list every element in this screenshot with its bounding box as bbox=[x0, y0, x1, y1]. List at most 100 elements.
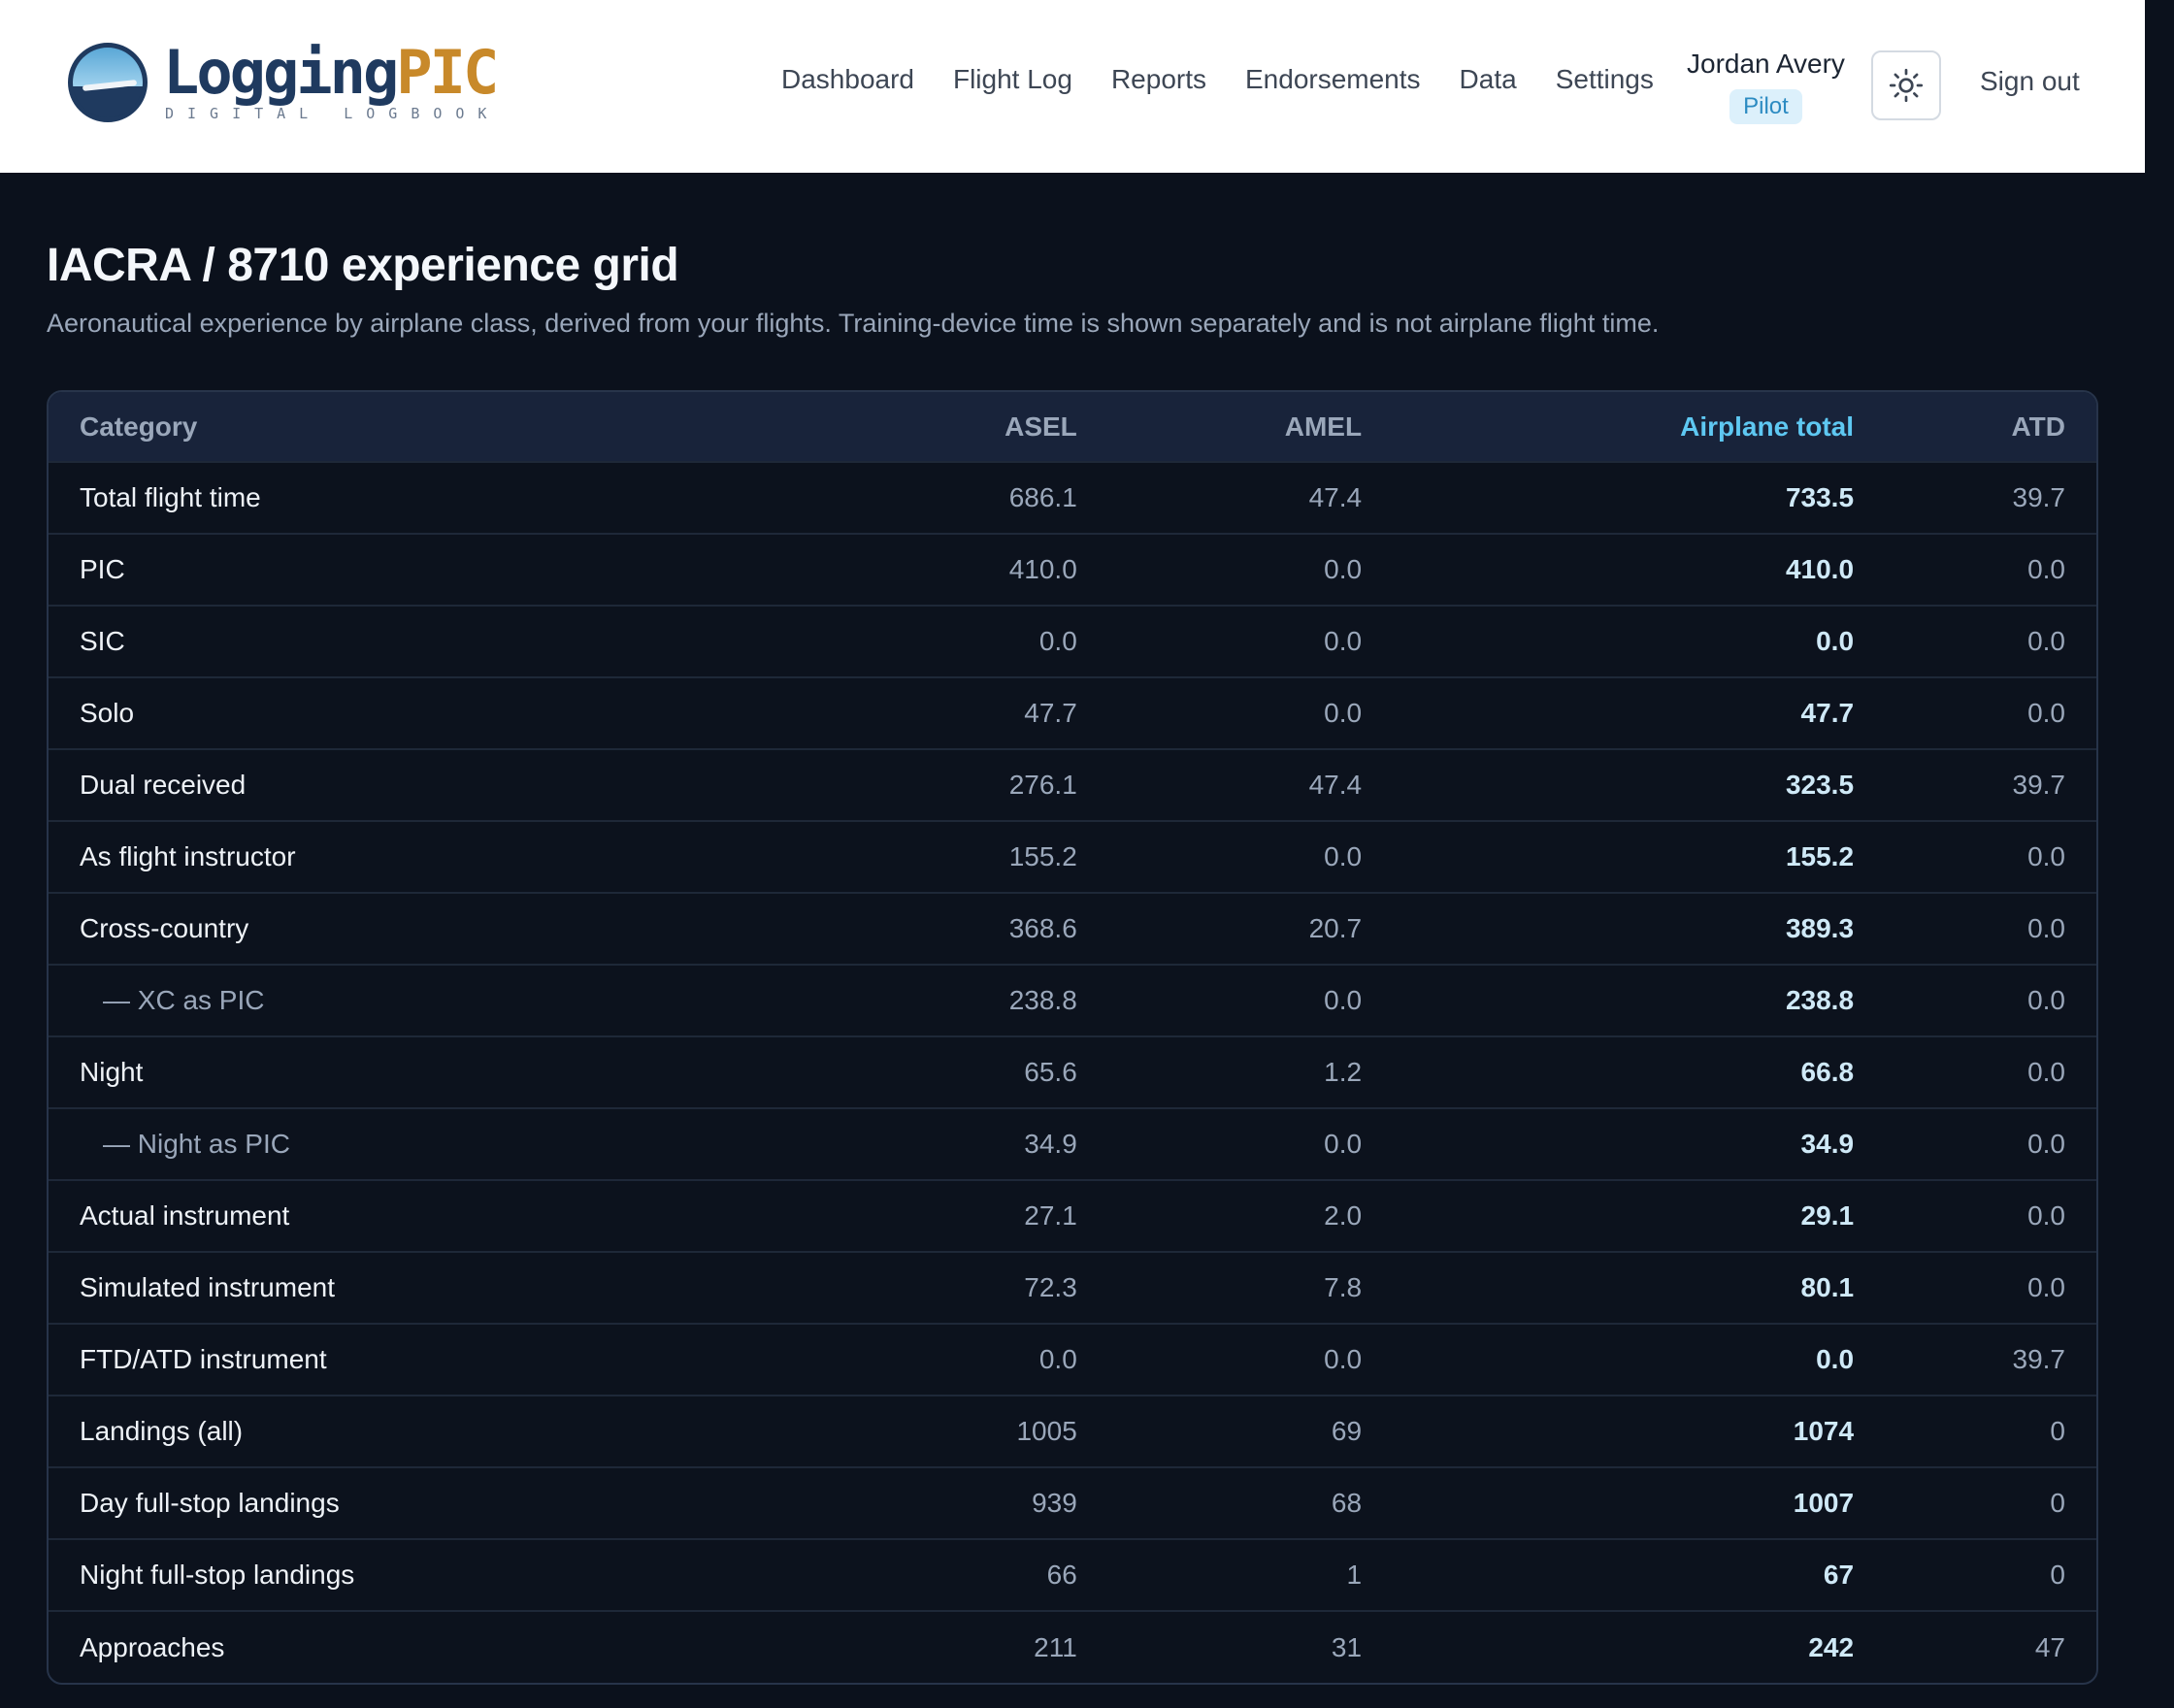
cell-amel: 68 bbox=[1331, 1488, 1363, 1518]
table-row: FTD/ATD instrument 0.0 0.0 0.0 39.7 bbox=[49, 1324, 2096, 1396]
nav-flight-log[interactable]: Flight Log bbox=[953, 64, 1072, 95]
cell-asel: 47.7 bbox=[1024, 698, 1077, 728]
table-row: — XC as PIC 238.8 0.0 238.8 0.0 bbox=[49, 965, 2096, 1036]
cell-amel: 47.4 bbox=[1308, 482, 1363, 512]
cell-amel: 47.4 bbox=[1308, 770, 1363, 800]
cell-asel: 410.0 bbox=[1008, 554, 1077, 584]
user-name: Jordan Avery bbox=[1687, 49, 1845, 79]
logo-horizon-icon bbox=[68, 43, 148, 122]
cell-asel: 368.6 bbox=[1008, 913, 1077, 943]
nav-settings[interactable]: Settings bbox=[1556, 64, 1654, 95]
cell-amel: 1 bbox=[1346, 1560, 1363, 1590]
logo-word-primary: Logging bbox=[163, 37, 399, 108]
cell-amel: 0.0 bbox=[1324, 841, 1363, 871]
table-row: Cross-country 368.6 20.7 389.3 0.0 bbox=[49, 893, 2096, 965]
cell-amel: 31 bbox=[1331, 1631, 1363, 1662]
user-role-badge: Pilot bbox=[1729, 89, 1802, 124]
app-logo[interactable]: LoggingPIC DIGITAL LOGBOOK bbox=[68, 43, 500, 122]
cell-airplane-total: 0.0 bbox=[1816, 1344, 1855, 1374]
cell-amel: 0.0 bbox=[1324, 1129, 1363, 1159]
cell-airplane-total: 67 bbox=[1823, 1560, 1855, 1590]
cell-category: SIC bbox=[80, 626, 125, 656]
cell-category: Simulated instrument bbox=[80, 1272, 336, 1302]
cell-asel: 66 bbox=[1046, 1560, 1077, 1590]
user-info: Jordan Avery Pilot bbox=[1687, 49, 1845, 124]
page-subtitle: Aeronautical experience by airplane clas… bbox=[47, 309, 1660, 338]
top-header: LoggingPIC DIGITAL LOGBOOK Dashboard Fli… bbox=[0, 0, 2145, 173]
cell-atd: 0.0 bbox=[2027, 1057, 2065, 1087]
cell-category: As flight instructor bbox=[80, 841, 296, 871]
cell-atd: 0.0 bbox=[2027, 985, 2065, 1015]
cell-amel: 20.7 bbox=[1308, 913, 1363, 943]
table-body: Total flight time 686.1 47.4 733.5 39.7 PIC 41… bbox=[49, 462, 2096, 1683]
cell-atd: 0.0 bbox=[2027, 1129, 2065, 1159]
cell-amel: 7.8 bbox=[1324, 1272, 1363, 1302]
cell-category: Cross-country bbox=[80, 913, 249, 943]
cell-airplane-total: 323.5 bbox=[1785, 770, 1855, 800]
cell-atd: 0.0 bbox=[2027, 1200, 2065, 1231]
cell-asel: 27.1 bbox=[1024, 1200, 1077, 1231]
cell-atd: 0 bbox=[2050, 1488, 2065, 1518]
nav-data[interactable]: Data bbox=[1460, 64, 1517, 95]
cell-amel: 69 bbox=[1331, 1416, 1363, 1446]
cell-airplane-total: 238.8 bbox=[1785, 985, 1855, 1015]
nav-reports[interactable]: Reports bbox=[1111, 64, 1206, 95]
nav-endorsements[interactable]: Endorsements bbox=[1245, 64, 1421, 95]
cell-category: Night bbox=[80, 1057, 144, 1087]
cell-airplane-total: 155.2 bbox=[1785, 841, 1855, 871]
table-row: Night 65.6 1.2 66.8 0.0 bbox=[49, 1036, 2096, 1108]
cell-airplane-total: 0.0 bbox=[1816, 626, 1855, 656]
table-row: Approaches 211 31 242 47 bbox=[49, 1611, 2096, 1683]
cell-asel: 939 bbox=[1032, 1488, 1077, 1518]
cell-category: Solo bbox=[80, 698, 135, 728]
cell-category: — XC as PIC bbox=[103, 985, 265, 1015]
table-row: PIC 410.0 0.0 410.0 0.0 bbox=[49, 534, 2096, 606]
cell-asel: 0.0 bbox=[1038, 1344, 1077, 1374]
theme-toggle-button[interactable] bbox=[1871, 50, 1941, 120]
cell-atd: 39.7 bbox=[2012, 1344, 2066, 1374]
cell-atd: 47 bbox=[2034, 1631, 2065, 1662]
table-row: SIC 0.0 0.0 0.0 0.0 bbox=[49, 606, 2096, 677]
column-header-atd: ATD bbox=[2011, 411, 2065, 442]
cell-amel: 0.0 bbox=[1324, 626, 1363, 656]
cell-category: Approaches bbox=[80, 1631, 225, 1662]
cell-atd: 0.0 bbox=[2027, 841, 2065, 871]
logo-tagline: DIGITAL LOGBOOK bbox=[165, 105, 501, 122]
cell-amel: 0.0 bbox=[1324, 985, 1363, 1015]
cell-airplane-total: 410.0 bbox=[1785, 554, 1855, 584]
cell-atd: 0 bbox=[2050, 1416, 2065, 1446]
table-row: Actual instrument 27.1 2.0 29.1 0.0 bbox=[49, 1180, 2096, 1252]
cell-airplane-total: 1007 bbox=[1793, 1488, 1855, 1518]
cell-atd: 0.0 bbox=[2027, 1272, 2065, 1302]
sun-icon bbox=[1889, 68, 1924, 103]
column-header-amel: AMEL bbox=[1284, 411, 1363, 442]
cell-amel: 0.0 bbox=[1324, 1344, 1363, 1374]
table-row: Landings (all) 1005 69 1074 0 bbox=[49, 1396, 2096, 1467]
column-header-airplane-total: Airplane total bbox=[1680, 411, 1855, 442]
sign-out-link[interactable]: Sign out bbox=[1980, 66, 2080, 97]
logo-word-accent: PIC bbox=[396, 37, 499, 108]
cell-category: Day full-stop landings bbox=[80, 1488, 340, 1518]
cell-airplane-total: 29.1 bbox=[1800, 1200, 1855, 1231]
cell-atd: 39.7 bbox=[2012, 482, 2066, 512]
cell-amel: 2.0 bbox=[1324, 1200, 1363, 1231]
table-row: Solo 47.7 0.0 47.7 0.0 bbox=[49, 677, 2096, 749]
cell-atd: 0.0 bbox=[2027, 626, 2065, 656]
cell-asel: 72.3 bbox=[1024, 1272, 1077, 1302]
cell-amel: 0.0 bbox=[1324, 698, 1363, 728]
cell-category: Dual received bbox=[80, 770, 247, 800]
table-header-row: Category ASEL AMEL Airplane total ATD bbox=[49, 392, 2096, 462]
cell-asel: 238.8 bbox=[1008, 985, 1077, 1015]
cell-atd: 0.0 bbox=[2027, 554, 2065, 584]
page-scrollbar[interactable] bbox=[2145, 0, 2174, 1708]
table-row: Dual received 276.1 47.4 323.5 39.7 bbox=[49, 749, 2096, 821]
cell-asel: 34.9 bbox=[1024, 1129, 1077, 1159]
column-header-category: Category bbox=[80, 411, 198, 442]
experience-grid-table: Category ASEL AMEL Airplane total ATD To… bbox=[47, 390, 2098, 1685]
nav-dashboard[interactable]: Dashboard bbox=[781, 64, 914, 95]
table-row: Night full-stop landings 66 1 67 0 bbox=[49, 1539, 2096, 1611]
table-row: Day full-stop landings 939 68 1007 0 bbox=[49, 1467, 2096, 1539]
cell-category: Actual instrument bbox=[80, 1200, 290, 1231]
cell-category: FTD/ATD instrument bbox=[80, 1344, 327, 1374]
main-nav: Dashboard Flight Log Reports Endorsement… bbox=[781, 64, 1654, 95]
